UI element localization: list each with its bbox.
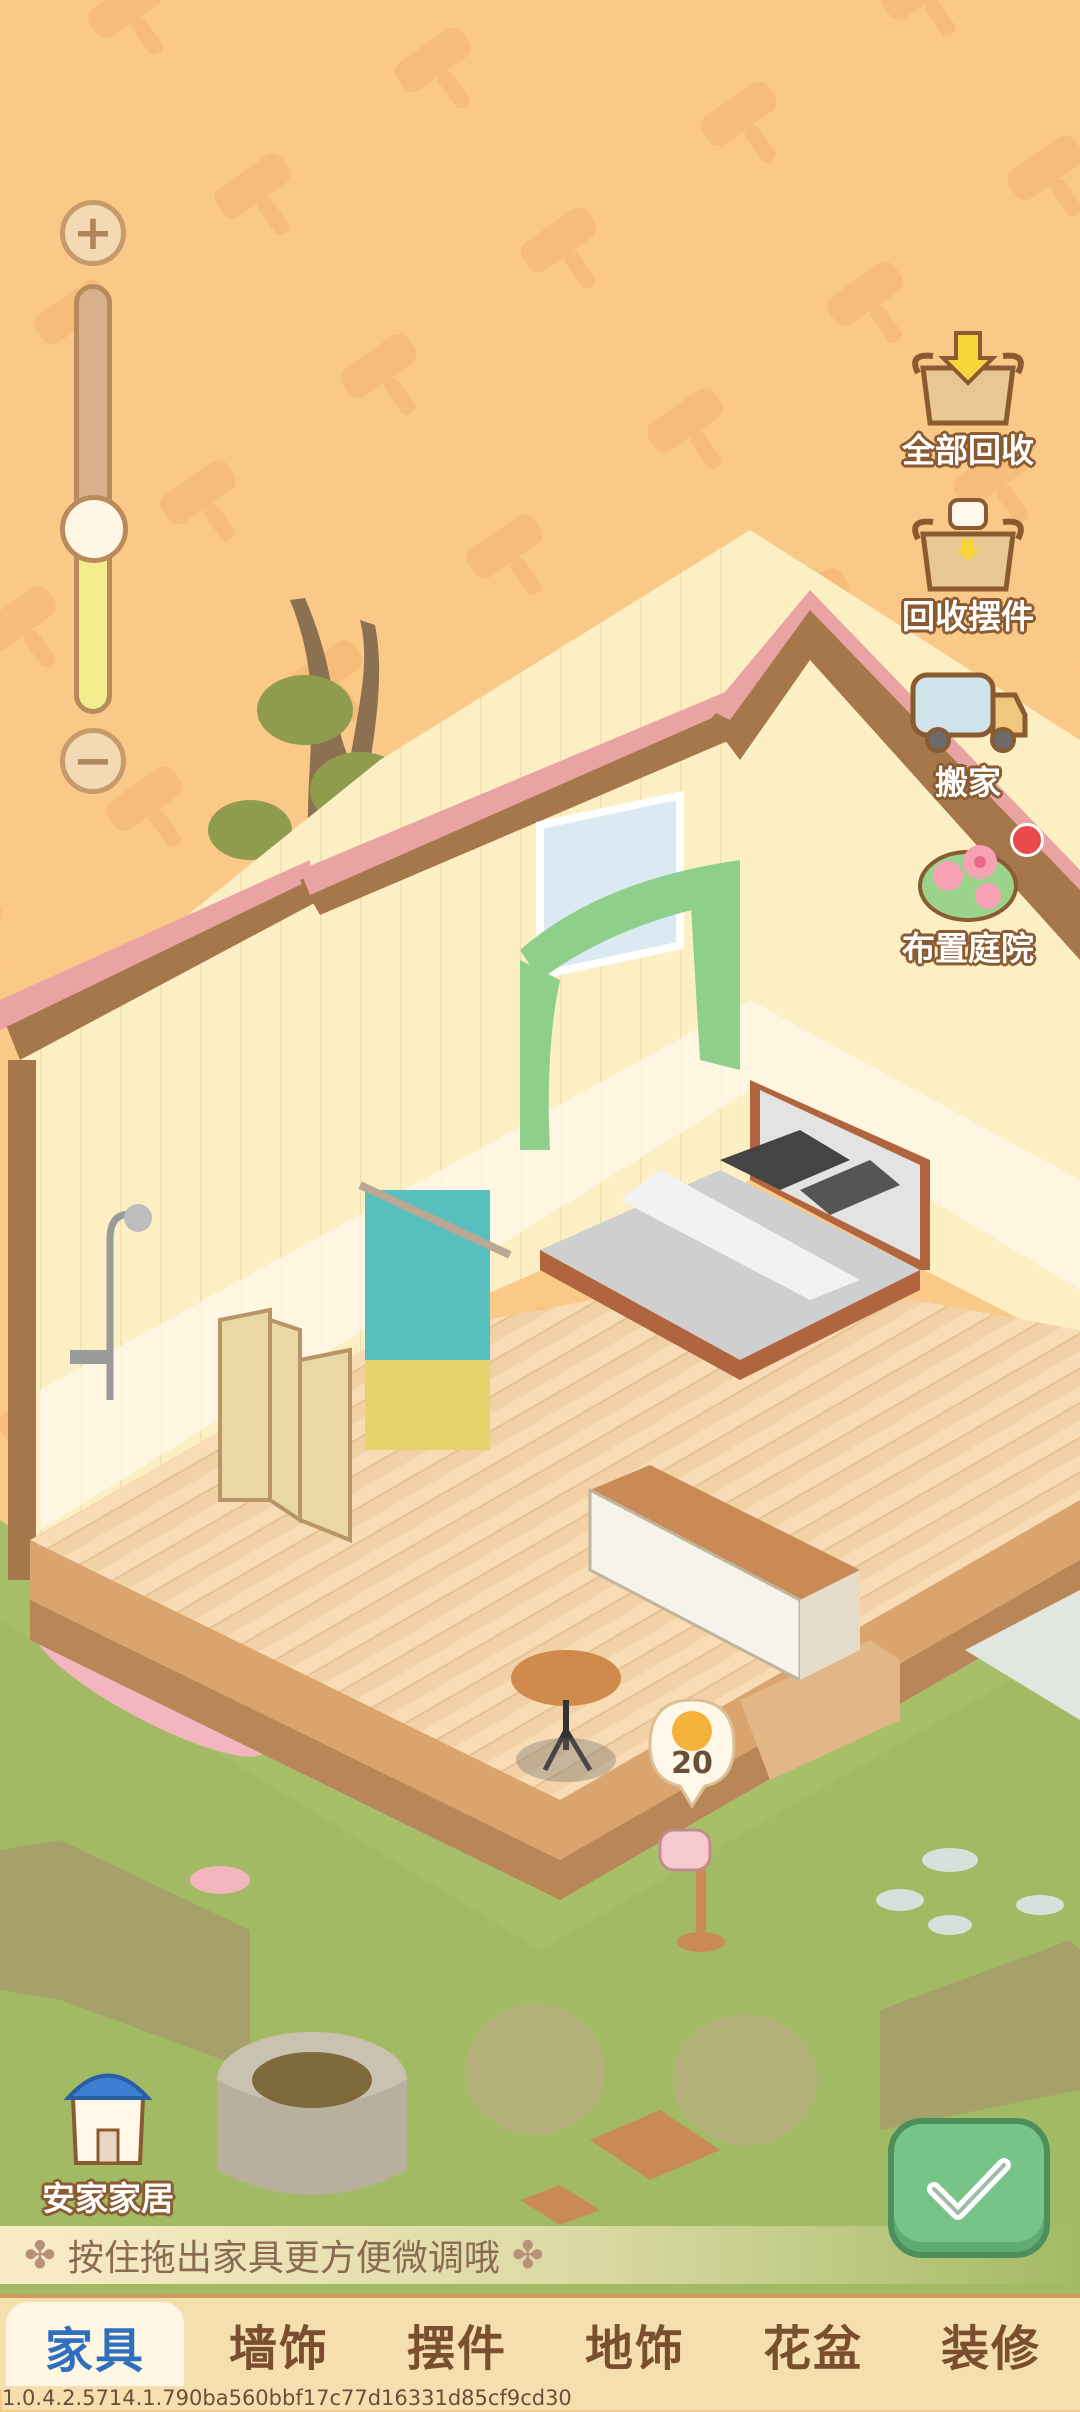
move-house-button[interactable]: 搬家 [888, 660, 1048, 804]
zoom-in-button[interactable]: + [60, 200, 126, 266]
recycle-all-bag-icon [912, 331, 1024, 426]
tab-flower-pots[interactable]: 花盆 [724, 2298, 902, 2390]
recycle-decor-button[interactable]: 回收摆件 [888, 494, 1048, 638]
moving-truck-icon [910, 672, 1028, 753]
recycle-all-button[interactable]: 全部回收 [888, 328, 1048, 472]
tab-floor-decor[interactable]: 地饰 [546, 2298, 724, 2390]
minus-icon: − [72, 733, 114, 789]
tab-renovation[interactable]: 装修 [902, 2298, 1080, 2390]
category-tab-bar: 家具 墙饰 摆件 地饰 花盆 装修 [0, 2294, 1080, 2390]
zoom-slider-knob[interactable] [60, 495, 128, 564]
move-house-label: 搬家 [935, 763, 1001, 802]
recycle-decor-label: 回收摆件 [902, 597, 1034, 636]
checkmark-icon [927, 2158, 1011, 2220]
plus-icon: + [72, 205, 114, 261]
flower-icon: ✤ [511, 2233, 544, 2277]
notification-dot [1010, 823, 1044, 857]
tab-furniture[interactable]: 家具 [6, 2302, 184, 2390]
zoom-out-button[interactable]: − [60, 728, 126, 794]
recycle-all-label: 全部回收 [902, 431, 1034, 470]
tab-ornaments[interactable]: 摆件 [368, 2298, 546, 2390]
furniture-shop-icon [63, 2073, 153, 2165]
recycle-decor-bag-icon [912, 498, 1024, 592]
hint-text: 按住拖出家具更方便微调哦 [67, 2238, 500, 2279]
furniture-shop-label: 安家家居 [42, 2179, 174, 2218]
confirm-button[interactable] [888, 2118, 1050, 2258]
flower-icon: ✤ [24, 2233, 56, 2277]
furniture-shop-button[interactable]: 安家家居 [28, 2058, 188, 2220]
arrange-garden-label: 布置庭院 [902, 929, 1034, 968]
mailbox-count[interactable]: 20 [650, 1746, 734, 1781]
tab-wall-decor[interactable]: 墙饰 [190, 2298, 368, 2390]
version-text: 1.0.4.2.5714.1.790ba560bbf17c77d16331d85… [2, 2386, 1080, 2410]
